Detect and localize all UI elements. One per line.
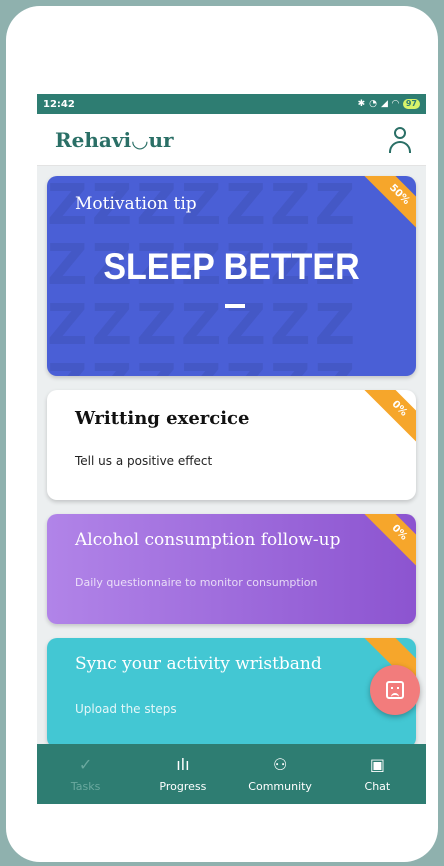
- nav-label: Tasks: [70, 779, 101, 793]
- sad-face-icon: [386, 681, 404, 699]
- card-title: Motivation tip: [75, 194, 197, 214]
- progress-badge-label: 0%: [356, 390, 416, 450]
- card-title: Writting exercice: [75, 408, 250, 429]
- bar-chart-icon: ılı: [176, 754, 190, 774]
- phone-frame: 12:42 ✱ ◔ ◢ ◠ 97 Rehavi◡ur ZZZZZZZ ZZZZZZ…: [6, 6, 438, 862]
- nav-tasks[interactable]: ✓ Tasks: [41, 754, 131, 793]
- nav-label: Chat: [364, 779, 391, 793]
- profile-button[interactable]: [386, 125, 414, 155]
- bluetooth-icon: ✱: [357, 99, 366, 109]
- writing-exercise-card[interactable]: Writting exercice Tell us a positive eff…: [47, 390, 416, 500]
- app-bar: Rehavi◡ur: [37, 114, 426, 166]
- card-title: Alcohol consumption follow-up: [75, 530, 341, 550]
- progress-badge-label: 50%: [356, 176, 416, 236]
- alarm-icon: ◔: [369, 99, 378, 109]
- nav-community[interactable]: ⚇ Community: [235, 754, 325, 793]
- status-bar: 12:42 ✱ ◔ ◢ ◠ 97: [37, 94, 426, 114]
- task-feed: ZZZZZZZZZZZZZZZZZZZZZZZZZZZZ Motivation …: [37, 166, 426, 748]
- card-subtitle: Daily questionnaire to monitor consumpti…: [75, 576, 318, 589]
- divider: [225, 304, 245, 308]
- mood-fab-button[interactable]: [370, 665, 420, 715]
- progress-badge: 0%: [356, 390, 416, 450]
- progress-badge: 0%: [356, 514, 416, 574]
- battery-icon: 97: [402, 99, 420, 109]
- people-icon: ⚇: [272, 754, 288, 774]
- signal-icon: ◢: [381, 99, 388, 109]
- progress-badge: 50%: [356, 176, 416, 236]
- progress-badge-label: 0%: [356, 514, 416, 574]
- chat-icon: ▣: [369, 754, 385, 774]
- app-logo: Rehavi◡ur: [55, 127, 174, 152]
- person-icon-body: [389, 140, 411, 153]
- card-subtitle: Tell us a positive effect: [75, 454, 213, 468]
- status-time: 12:42: [43, 98, 75, 110]
- nav-progress[interactable]: ılı Progress: [138, 754, 228, 793]
- app-screen: 12:42 ✱ ◔ ◢ ◠ 97 Rehavi◡ur ZZZZZZZ ZZZZZZ…: [37, 94, 426, 804]
- card-title: Sync your activity wristband: [75, 654, 322, 674]
- card-headline: SLEEP BETTER: [103, 246, 360, 288]
- nav-label: Community: [248, 779, 312, 793]
- person-icon: [394, 126, 406, 139]
- bottom-nav: ✓ Tasks ılı Progress ⚇ Community ▣ Chat: [37, 744, 426, 804]
- alcohol-followup-card[interactable]: Alcohol consumption follow-up Daily ques…: [47, 514, 416, 624]
- sync-wristband-card[interactable]: Sync your activity wristband Upload the …: [47, 638, 416, 748]
- check-icon: ✓: [78, 754, 93, 774]
- motivation-tip-card[interactable]: ZZZZZZZZZZZZZZZZZZZZZZZZZZZZ Motivation …: [47, 176, 416, 376]
- status-icons: ✱ ◔ ◢ ◠ 97: [358, 99, 420, 109]
- nav-chat[interactable]: ▣ Chat: [332, 754, 422, 793]
- card-subtitle: Upload the steps: [75, 702, 177, 716]
- nav-label: Progress: [159, 779, 207, 793]
- wifi-icon: ◠: [391, 99, 399, 109]
